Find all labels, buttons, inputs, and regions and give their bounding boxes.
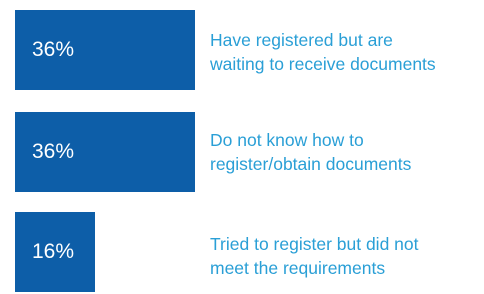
category-label: Tried to register but did not meet the r… — [210, 232, 484, 280]
category-label: Do not know how to register/obtain docum… — [210, 128, 484, 176]
bar-value-label: 36% — [32, 140, 75, 163]
category-label-line: Tried to register but did not — [210, 234, 419, 254]
category-label-line: register/obtain documents — [210, 154, 412, 174]
category-label-line: Have registered but are — [210, 30, 393, 50]
category-label-line: meet the requirements — [210, 258, 386, 278]
bar-value-label: 36% — [32, 38, 75, 61]
chart: 36% Have registered but are waiting to r… — [0, 0, 484, 294]
bar-value-label: 16% — [32, 240, 75, 263]
category-label-line: waiting to receive documents — [210, 54, 436, 74]
category-label-line: Do not know how to — [210, 130, 364, 150]
category-label: Have registered but are waiting to recei… — [210, 28, 484, 76]
